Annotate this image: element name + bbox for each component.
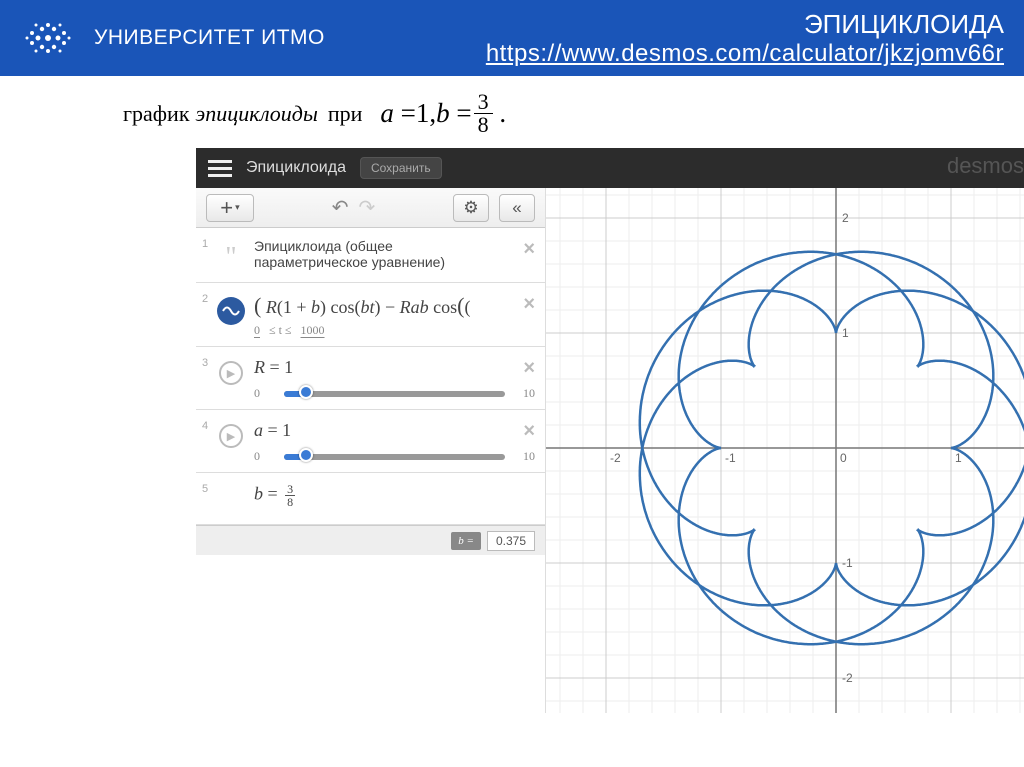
graph-svg: -2-101-2-112 (546, 188, 1024, 713)
content-area: график эпициклоиды при a = 1 , b = 38 . … (0, 76, 1024, 748)
logo-text: УНИВЕРСИТЕТ ИТМО (94, 26, 325, 50)
redo-button[interactable]: ↷ (359, 195, 376, 220)
slide-title: ЭПИЦИКЛОИДА (486, 9, 1004, 40)
svg-text:1: 1 (842, 326, 849, 340)
slider-track[interactable] (284, 454, 505, 460)
itmo-logo-icon (20, 15, 76, 61)
desmos-link[interactable]: https://www.desmos.com/calculator/jkzjom… (486, 40, 1004, 67)
logo-area: УНИВЕРСИТЕТ ИТМО (20, 15, 325, 61)
delete-icon[interactable]: × (523, 238, 535, 261)
desmos-body: +▾ ↶ ↷ ⚙ « 1 " Эпициклоида (общее (196, 188, 1024, 713)
slider[interactable]: 0 10 (254, 386, 535, 401)
slider-track[interactable] (284, 391, 505, 397)
slider-label: a = 1 (254, 420, 535, 441)
svg-text:-2: -2 (610, 451, 621, 465)
graph-label: график (123, 101, 190, 127)
b-value: b = 38 (254, 483, 535, 508)
svg-text:0: 0 (840, 451, 847, 465)
panel-footer: b = 0.375 (196, 525, 545, 555)
expression-row[interactable]: 3 ▶ R = 1 0 10 (196, 347, 545, 410)
note-icon: " (225, 242, 236, 274)
at-label: при (328, 101, 363, 127)
undo-button[interactable]: ↶ (332, 195, 349, 220)
collapse-button[interactable]: « (499, 194, 535, 222)
desmos-topbar: Эпициклоида Сохранить desmos (196, 148, 1024, 188)
slider-label: R = 1 (254, 357, 535, 378)
expression-row[interactable]: 1 " Эпициклоида (общее параметрическое у… (196, 228, 545, 283)
graph-area[interactable]: -2-101-2-112 (546, 188, 1024, 713)
slider-handle[interactable] (299, 385, 313, 399)
svg-text:-1: -1 (842, 556, 853, 570)
play-icon[interactable]: ▶ (219, 361, 243, 385)
formula-text: ( R(1 + b) cos(bt) − Rab cos(( (254, 293, 535, 319)
svg-text:-2: -2 (842, 671, 853, 685)
expression-list: 1 " Эпициклоида (общее параметрическое у… (196, 228, 545, 525)
slide-header: УНИВЕРСИТЕТ ИТМО ЭПИЦИКЛОИДА https://www… (0, 0, 1024, 76)
settings-button[interactable]: ⚙ (453, 194, 489, 222)
svg-text:2: 2 (842, 211, 849, 225)
formula-params: a = 1 , b = 38 . (380, 91, 506, 136)
save-button[interactable]: Сохранить (360, 157, 442, 179)
delete-icon[interactable]: × (523, 357, 535, 380)
slider-handle[interactable] (299, 448, 313, 462)
note-line2: параметрическое уравнение) (254, 254, 535, 270)
t-range: 0 ≤ t ≤ 1000 (254, 323, 535, 338)
curve-name: эпициклоиды (196, 101, 318, 127)
delete-icon[interactable]: × (523, 420, 535, 443)
menu-icon[interactable] (208, 160, 232, 177)
slider[interactable]: 0 10 (254, 449, 535, 464)
expression-row[interactable]: 2 ( R(1 + b) cos(bt) − Rab cos(( 0 ≤ t ≤… (196, 283, 545, 347)
panel-toolbar: +▾ ↶ ↷ ⚙ « (196, 188, 545, 228)
footer-value[interactable]: 0.375 (487, 531, 535, 551)
expression-panel: +▾ ↶ ↷ ⚙ « 1 " Эпициклоида (общее (196, 188, 546, 713)
header-right: ЭПИЦИКЛОИДА https://www.desmos.com/calcu… (486, 9, 1004, 68)
delete-icon[interactable]: × (523, 293, 535, 316)
expression-row[interactable]: 5 b = 38 (196, 473, 545, 525)
desmos-brand: desmos (947, 153, 1024, 179)
play-icon[interactable]: ▶ (219, 424, 243, 448)
expression-row[interactable]: 4 ▶ a = 1 0 10 (196, 410, 545, 473)
desmos-app: Эпициклоида Сохранить desmos +▾ ↶ ↷ ⚙ « (196, 148, 1024, 748)
add-button[interactable]: +▾ (206, 194, 254, 222)
footer-var: b = (451, 532, 481, 550)
parametric-icon[interactable] (217, 297, 245, 325)
svg-text:-1: -1 (725, 451, 736, 465)
note-line1: Эпициклоида (общее (254, 238, 535, 254)
formula-caption: график эпициклоиды при a = 1 , b = 38 . (0, 91, 1024, 136)
desmos-title: Эпициклоида (246, 159, 346, 177)
